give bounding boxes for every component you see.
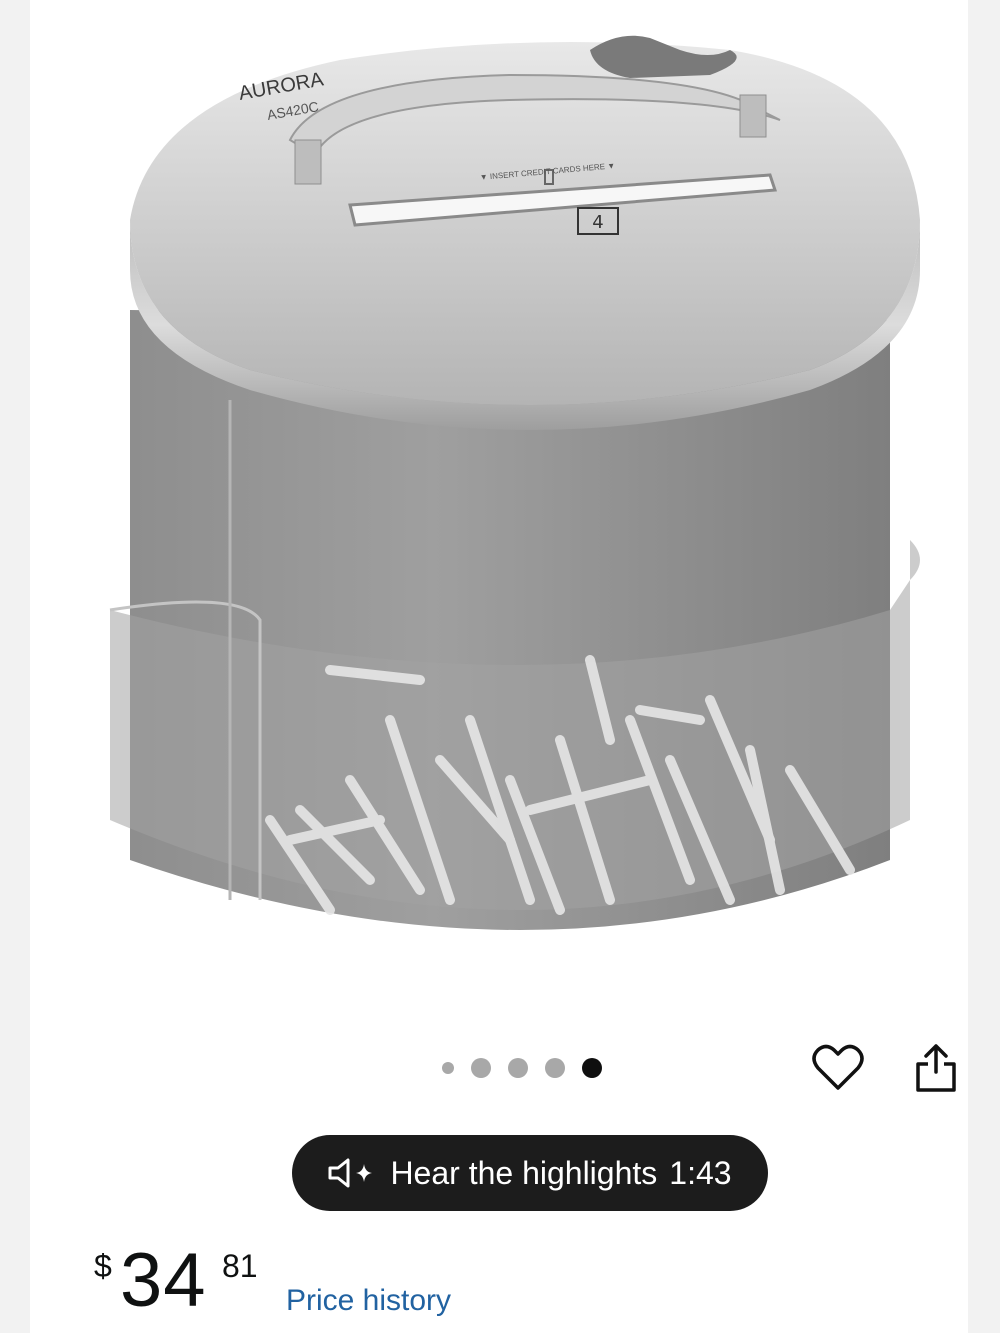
carousel-dot[interactable] (545, 1058, 565, 1078)
power-switch (590, 35, 737, 78)
price-fraction: 81 (222, 1248, 258, 1284)
security-level-label: 4 (592, 212, 603, 233)
heart-icon (812, 1044, 864, 1090)
carousel-dots[interactable] (442, 1056, 602, 1080)
speaker-sparkle-icon (328, 1158, 378, 1188)
highlights-label: Hear the highlights (390, 1154, 658, 1191)
carousel-dot[interactable] (471, 1058, 491, 1078)
hear-highlights-button[interactable]: Hear the highlights 1:43 (292, 1135, 768, 1211)
product-image[interactable]: 4 AURORA AS420C ▼ INSERT CREDIT CARDS HE… (90, 20, 970, 980)
carousel-dot[interactable] (442, 1062, 454, 1074)
carousel-dot-active[interactable] (582, 1058, 602, 1078)
product-card: 4 AURORA AS420C ▼ INSERT CREDIT CARDS HE… (30, 0, 968, 1333)
share-icon (916, 1044, 956, 1092)
price-whole: 34 (120, 1238, 207, 1323)
price-history-link[interactable]: Price history (286, 1284, 451, 1318)
highlights-duration: 1:43 (669, 1154, 732, 1191)
share-button[interactable] (908, 1040, 964, 1096)
favorite-button[interactable] (810, 1040, 866, 1096)
price-currency: $ (94, 1248, 112, 1284)
carousel-dot[interactable] (508, 1058, 528, 1078)
